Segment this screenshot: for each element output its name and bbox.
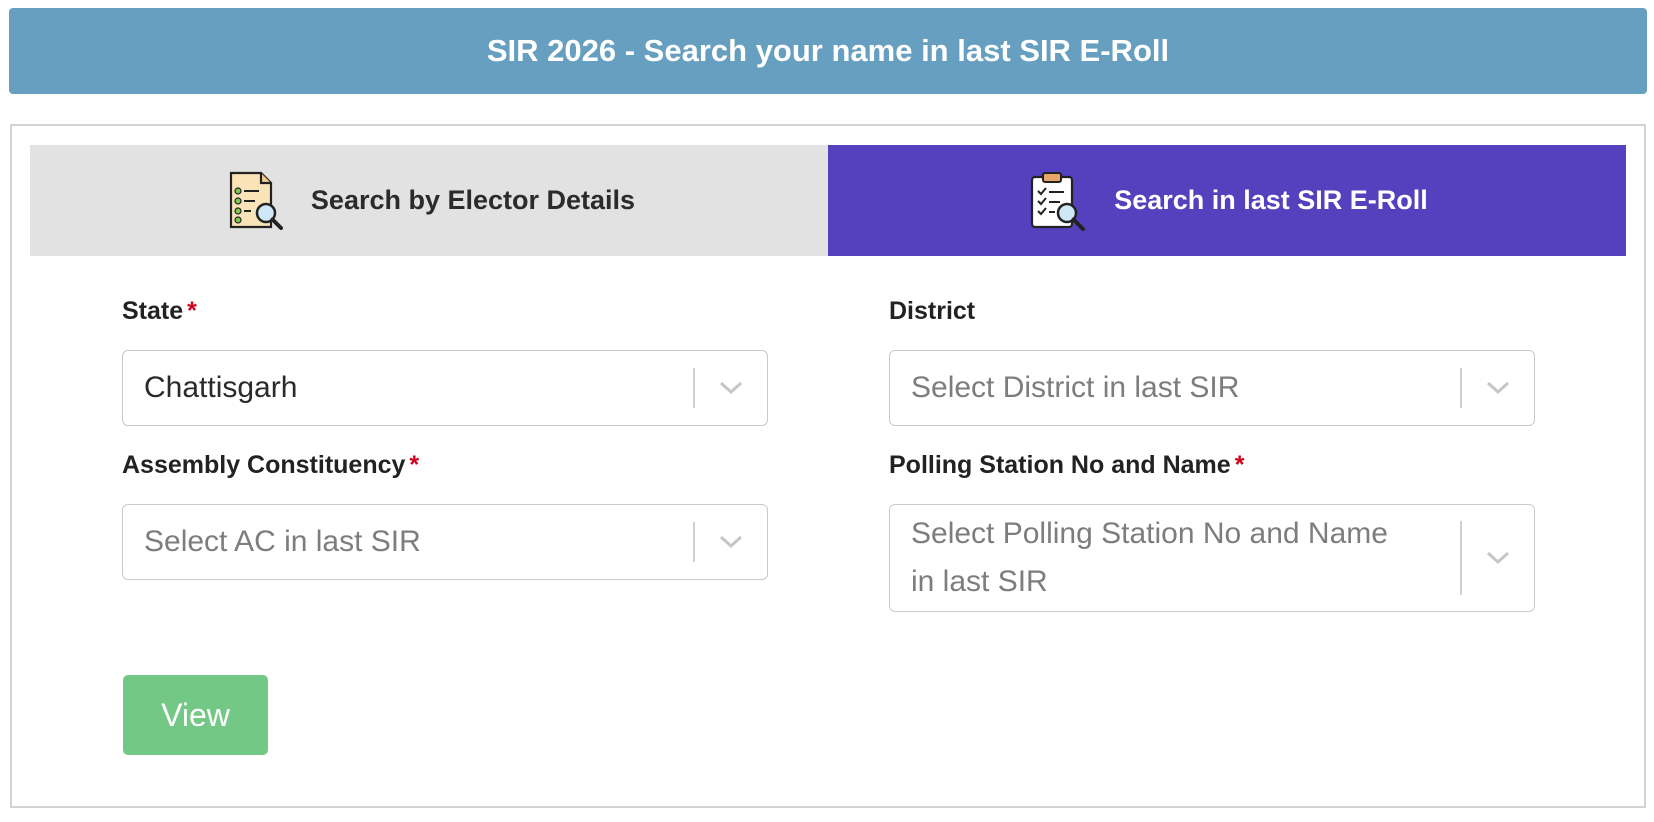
required-mark: * <box>187 297 197 325</box>
tab-label: Search in last SIR E-Roll <box>1114 185 1428 215</box>
polling-station-select-placeholder: Select Polling Station No and Name in la… <box>911 517 1388 598</box>
page-header: SIR 2026 - Search your name in last SIR … <box>9 8 1647 94</box>
chevron-down-icon[interactable] <box>695 505 767 579</box>
district-select[interactable]: Select District in last SIR <box>889 350 1535 426</box>
state-select-value: Chattisgarh <box>144 371 298 404</box>
district-select-placeholder: Select District in last SIR <box>911 371 1240 404</box>
view-button[interactable]: View <box>123 675 268 755</box>
district-label: District <box>889 297 976 325</box>
search-tabs: Search by Elector Details Search in last… <box>30 145 1626 256</box>
clipboard-search-icon <box>1026 169 1090 233</box>
assembly-constituency-select[interactable]: Select AC in last SIR <box>122 504 768 580</box>
polling-station-label: Polling Station No and Name * <box>889 451 1245 479</box>
page-title: SIR 2026 - Search your name in last SIR … <box>486 33 1170 68</box>
chevron-down-icon[interactable] <box>1462 351 1534 425</box>
chevron-down-icon[interactable] <box>695 351 767 425</box>
polling-station-select[interactable]: Select Polling Station No and Name in la… <box>889 504 1535 612</box>
document-search-icon <box>223 169 287 233</box>
tab-search-in-last-sir-e-roll[interactable]: Search in last SIR E-Roll <box>828 145 1626 256</box>
required-mark: * <box>1234 451 1245 479</box>
state-select[interactable]: Chattisgarh <box>122 350 768 426</box>
tab-search-by-elector-details[interactable]: Search by Elector Details <box>30 145 828 256</box>
chevron-down-icon[interactable] <box>1462 505 1534 611</box>
required-mark: * <box>409 451 420 479</box>
tab-label: Search by Elector Details <box>310 185 636 215</box>
state-label: State * <box>122 297 197 325</box>
assembly-constituency-label: Assembly Constituency * <box>122 451 420 479</box>
ac-select-placeholder: Select AC in last SIR <box>144 525 421 558</box>
